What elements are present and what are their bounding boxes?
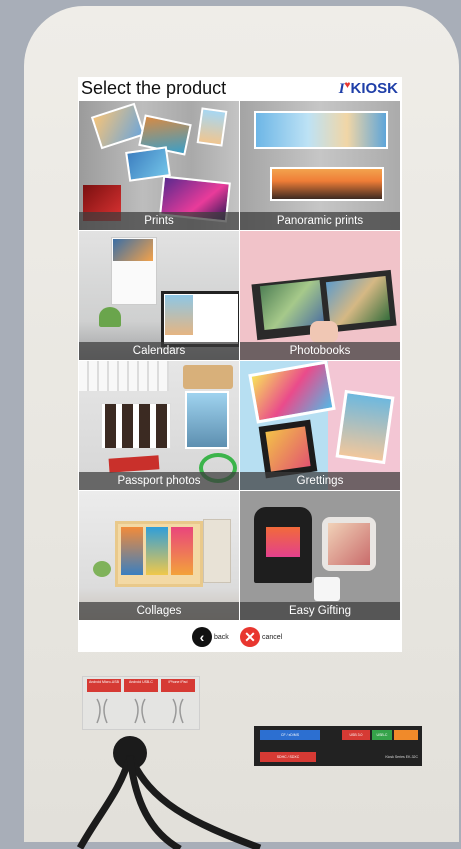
product-tile-photobooks[interactable]: Photobooks — [240, 231, 400, 360]
screen-header: Select the product I♥KIOSK — [78, 77, 402, 101]
product-tile-panoramic-prints[interactable]: Panoramic prints — [240, 101, 400, 230]
kiosk-logo: I♥KIOSK — [338, 80, 398, 97]
charging-ports-panel: Android Micro-USB Android USB-C iPhone i… — [82, 676, 200, 730]
back-label: back — [214, 633, 229, 641]
product-label: Calendars — [79, 342, 239, 360]
cancel-label: cancel — [262, 633, 283, 641]
product-label: Passport photos — [79, 472, 239, 490]
navigation-footer: ‹ back ✕ cancel — [78, 621, 402, 652]
chevron-left-icon: ‹ — [192, 627, 212, 647]
page-title: Select the product — [81, 78, 227, 98]
product-tile-collages[interactable]: Collages — [79, 491, 239, 620]
product-label: Grettings — [240, 472, 400, 490]
port-label-iphone-ipad: iPhone iPad — [161, 679, 195, 692]
close-icon: ✕ — [240, 627, 260, 647]
product-label: Collages — [79, 602, 239, 620]
product-tile-prints[interactable]: Prints — [79, 101, 239, 230]
product-tile-passport-photos[interactable]: Passport photos — [79, 361, 239, 490]
product-label: Easy Gifting — [240, 602, 400, 620]
product-label: Photobooks — [240, 342, 400, 360]
product-grid: Prints Panoramic prints Calendars Photob… — [79, 101, 401, 621]
usb-cable-icon — [96, 698, 184, 724]
charging-cables-icon — [76, 754, 262, 849]
port-label-android-micro-usb: Android Micro-USB — [87, 679, 121, 692]
kiosk-screen: Select the product I♥KIOSK Prints Panora… — [78, 77, 402, 652]
product-tile-easy-gifting[interactable]: Easy Gifting — [240, 491, 400, 620]
product-label: Prints — [79, 212, 239, 230]
product-tile-calendars[interactable]: Calendars — [79, 231, 239, 360]
product-label: Panoramic prints — [240, 212, 400, 230]
product-tile-grettings[interactable]: Grettings — [240, 361, 400, 490]
port-label-android-usb-c: Android USB-C — [124, 679, 158, 692]
back-button[interactable]: ‹ back — [192, 627, 229, 647]
cancel-button[interactable]: ✕ cancel — [240, 627, 282, 647]
